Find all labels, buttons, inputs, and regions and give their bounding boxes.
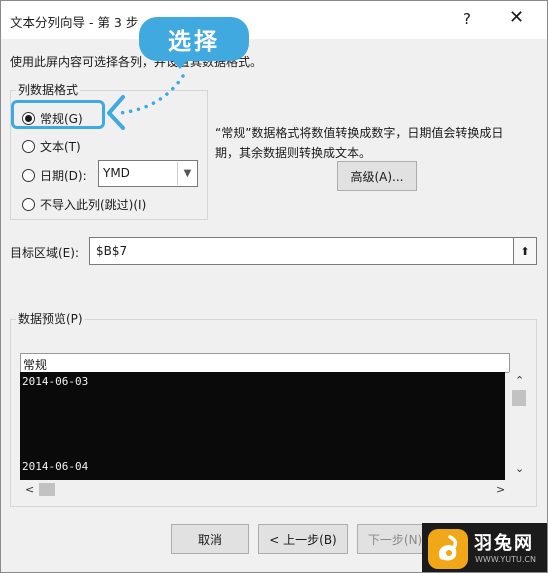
- radio-skip[interactable]: 不导入此列(跳过)(I): [22, 196, 146, 213]
- scroll-left-icon[interactable]: <: [25, 483, 34, 496]
- radio-date[interactable]: 日期(D):: [22, 167, 87, 184]
- collapse-dialog-icon[interactable]: ⬆: [513, 237, 537, 265]
- scroll-down-icon[interactable]: ⌄: [515, 462, 524, 475]
- watermark: 羽兔网 WWW.YUTU.CN: [422, 523, 547, 572]
- preview-data-area[interactable]: 2014-06-03 2014-06-04: [20, 372, 505, 480]
- scroll-up-icon[interactable]: ⌃: [515, 374, 524, 387]
- vertical-scroll-thumb[interactable]: [512, 390, 526, 406]
- text-to-columns-dialog: 文本分列向导 - 第 3 步 ? ✕ 使用此屏内容可选择各列，并设置其数据格式。…: [0, 0, 548, 573]
- radio-skip-label: 不导入此列(跳过)(I): [40, 198, 147, 212]
- scroll-right-icon[interactable]: >: [496, 483, 505, 496]
- data-preview-label: 数据预览(P): [16, 310, 85, 327]
- format-hint-line2: 期，其余数据则转换成文本。: [215, 146, 372, 160]
- date-format-value: YMD: [103, 166, 130, 180]
- radio-text-indicator[interactable]: [22, 140, 35, 153]
- chevron-down-icon[interactable]: ▼: [177, 162, 197, 185]
- radio-date-label: 日期(D):: [40, 169, 87, 183]
- preview-row: 2014-06-03: [22, 375, 89, 388]
- radio-skip-indicator[interactable]: [22, 198, 35, 211]
- watermark-title: 羽兔网: [474, 533, 534, 554]
- destination-value: $B$7: [96, 244, 128, 258]
- rabbit-logo-icon: [428, 529, 468, 569]
- back-button[interactable]: < 上一步(B): [258, 524, 348, 554]
- callout-tail: [171, 59, 189, 69]
- cancel-button[interactable]: 取消: [171, 524, 249, 554]
- radio-date-indicator[interactable]: [22, 169, 35, 182]
- advanced-button[interactable]: 高级(A)...: [337, 161, 417, 191]
- horizontal-scrollbar[interactable]: < >: [20, 480, 509, 500]
- preview-column-header[interactable]: 常规: [20, 353, 510, 373]
- preview-row: 2014-06-04: [22, 460, 89, 473]
- destination-input[interactable]: $B$7: [89, 237, 517, 265]
- watermark-url: WWW.YUTU.CN: [475, 555, 536, 564]
- dotted-arrow: [107, 74, 185, 130]
- callout-bubble: 选择: [139, 17, 249, 61]
- vertical-scrollbar[interactable]: ⌃ ⌄: [509, 372, 531, 480]
- horizontal-scroll-thumb[interactable]: [39, 483, 55, 496]
- preview-column-header-label: 常规: [23, 358, 48, 372]
- destination-label: 目标区域(E):: [10, 246, 79, 260]
- date-format-select[interactable]: YMD ▼: [98, 160, 198, 187]
